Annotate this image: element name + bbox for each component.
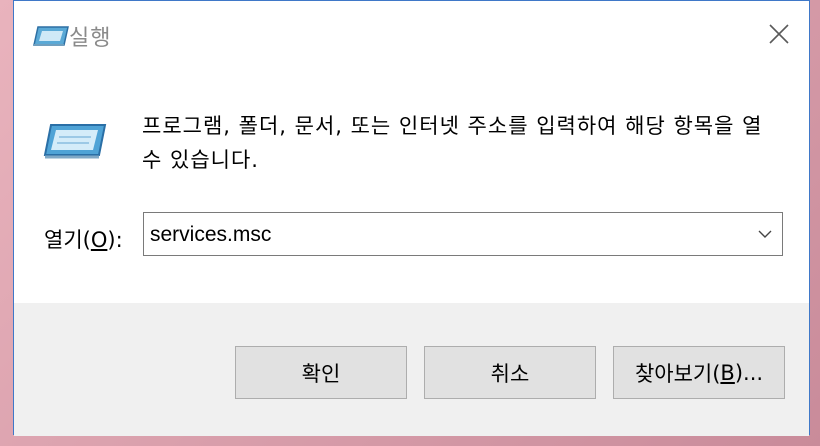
window-title: 실행 xyxy=(69,26,112,51)
run-large-icon xyxy=(43,124,107,159)
chevron-down-icon[interactable] xyxy=(756,225,774,243)
title-bar[interactable]: 실행 xyxy=(14,1,809,67)
run-icon xyxy=(33,26,69,46)
close-button[interactable] xyxy=(749,1,809,67)
browse-button[interactable]: 찾아보기(B)... xyxy=(613,346,785,399)
close-icon xyxy=(769,24,789,44)
open-combobox[interactable]: services.msc xyxy=(143,212,783,256)
ok-button[interactable]: 확인 xyxy=(235,346,407,399)
open-label: 열기(O): xyxy=(44,228,123,252)
dialog-description: 프로그램, 폴더, 문서, 또는 인터넷 주소를 입력하여 해당 항목을 열 수… xyxy=(142,114,763,172)
cancel-button[interactable]: 취소 xyxy=(424,346,596,399)
dialog-content: 프로그램, 폴더, 문서, 또는 인터넷 주소를 입력하여 해당 항목을 열 수… xyxy=(14,67,809,303)
open-input[interactable]: services.msc xyxy=(150,223,271,247)
run-dialog: 실행 프로그램, 폴더, 문서, 또는 인터넷 주소를 입력하여 해당 항목을 … xyxy=(13,0,810,436)
button-bar: 확인 취소 찾아보기(B)... xyxy=(14,303,809,436)
